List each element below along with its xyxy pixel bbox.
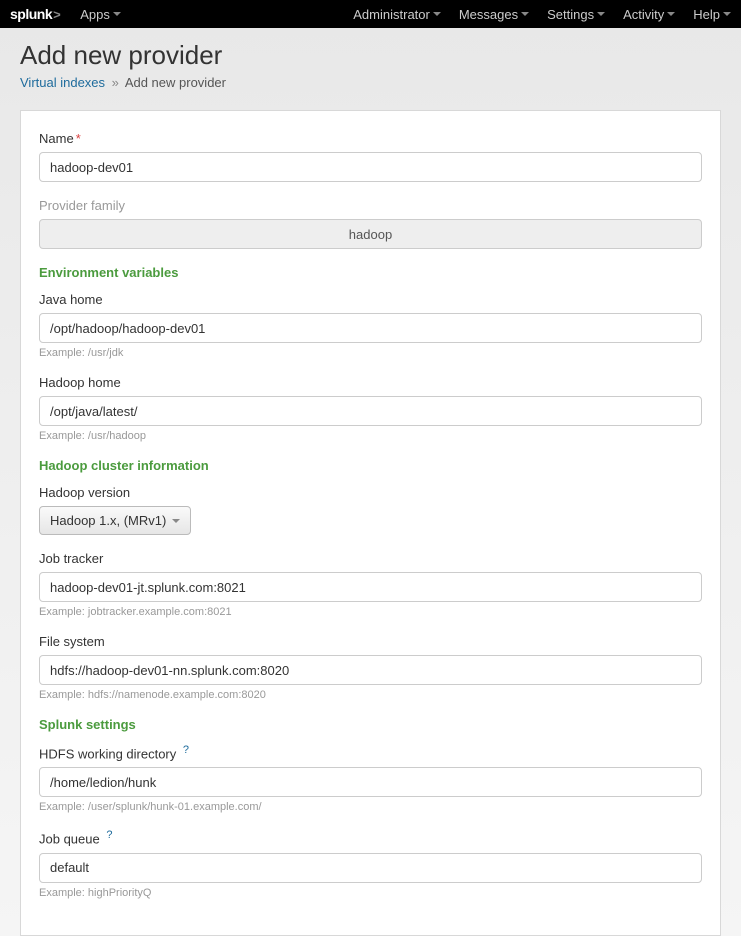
java-home-label: Java home [39, 292, 702, 307]
hadoop-home-hint: Example: /usr/hadoop [39, 430, 702, 442]
apps-menu[interactable]: Apps [80, 7, 121, 22]
hadoop-home-label: Hadoop home [39, 375, 702, 390]
chevron-down-icon [521, 12, 529, 16]
page-title: Add new provider [20, 40, 721, 71]
required-star-icon: * [76, 131, 81, 146]
file-system-hint: Example: hdfs://namenode.example.com:802… [39, 689, 702, 701]
job-queue-hint: Example: highPriorityQ [39, 887, 702, 899]
nav-messages[interactable]: Messages [459, 7, 529, 22]
logo: splunk> [10, 6, 60, 22]
chevron-down-icon [723, 12, 731, 16]
section-splunk-settings: Splunk settings [39, 717, 702, 732]
section-hadoop-cluster: Hadoop cluster information [39, 458, 702, 473]
chevron-down-icon [113, 12, 121, 16]
chevron-down-icon [667, 12, 675, 16]
chevron-down-icon [597, 12, 605, 16]
hdfs-dir-label: HDFS working directory ? [39, 744, 702, 761]
hadoop-version-dropdown[interactable]: Hadoop 1.x, (MRv1) [39, 506, 191, 535]
section-environment-variables: Environment variables [39, 265, 702, 280]
job-queue-label: Job queue ? [39, 829, 702, 846]
logo-arrow-icon: > [53, 7, 60, 22]
nav-activity[interactable]: Activity [623, 7, 675, 22]
java-home-input[interactable] [39, 313, 702, 343]
top-navbar: splunk> Apps Administrator Messages Sett… [0, 0, 741, 28]
hdfs-dir-hint: Example: /user/splunk/hunk-01.example.co… [39, 801, 702, 813]
name-input[interactable] [39, 152, 702, 182]
provider-family-value: hadoop [39, 219, 702, 249]
name-label: Name* [39, 131, 702, 146]
nav-administrator[interactable]: Administrator [353, 7, 441, 22]
nav-settings[interactable]: Settings [547, 7, 605, 22]
hdfs-dir-input[interactable] [39, 767, 702, 797]
job-tracker-label: Job tracker [39, 551, 702, 566]
job-queue-input[interactable] [39, 853, 702, 883]
nav-help[interactable]: Help [693, 7, 731, 22]
chevron-down-icon [433, 12, 441, 16]
breadcrumb: Virtual indexes » Add new provider [20, 75, 721, 90]
file-system-label: File system [39, 634, 702, 649]
page-header: Add new provider Virtual indexes » Add n… [0, 28, 741, 98]
java-home-hint: Example: /usr/jdk [39, 347, 702, 359]
help-icon[interactable]: ? [183, 744, 189, 756]
form-card: Name* Provider family hadoop Environment… [20, 110, 721, 936]
breadcrumb-link-virtual-indexes[interactable]: Virtual indexes [20, 75, 105, 90]
provider-family-label: Provider family [39, 198, 702, 213]
breadcrumb-current: Add new provider [125, 75, 226, 90]
job-tracker-hint: Example: jobtracker.example.com:8021 [39, 606, 702, 618]
job-tracker-input[interactable] [39, 572, 702, 602]
help-icon[interactable]: ? [106, 829, 112, 841]
breadcrumb-separator-icon: » [112, 75, 119, 90]
hadoop-home-input[interactable] [39, 396, 702, 426]
file-system-input[interactable] [39, 655, 702, 685]
hadoop-version-label: Hadoop version [39, 485, 702, 500]
chevron-down-icon [172, 519, 180, 523]
